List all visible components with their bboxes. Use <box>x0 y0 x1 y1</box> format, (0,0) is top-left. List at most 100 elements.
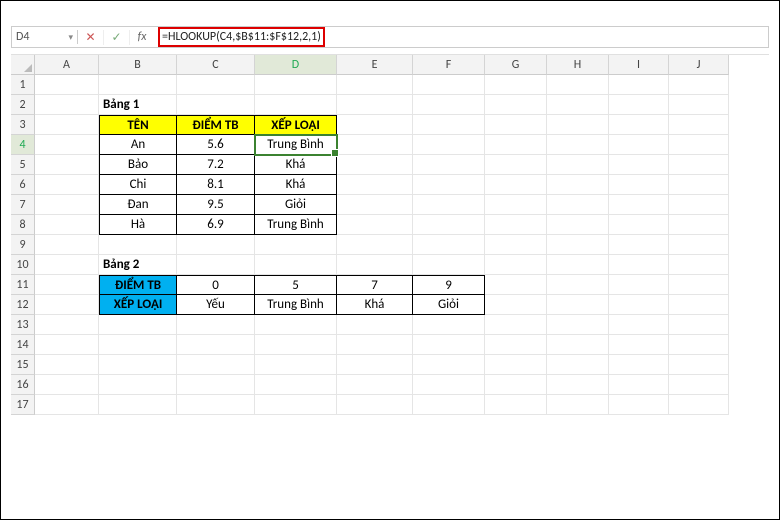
cell-D10[interactable] <box>255 255 337 275</box>
cell-G17[interactable] <box>485 395 547 415</box>
cell-H7[interactable] <box>547 195 609 215</box>
formula-confirm-icon[interactable]: ✓ <box>104 30 130 45</box>
cell-H12[interactable] <box>547 295 609 315</box>
row-header-5[interactable]: 5 <box>11 155 35 175</box>
table1-hdr-xeploai[interactable]: XẾP LOẠI <box>255 115 337 135</box>
row-header-13[interactable]: 13 <box>11 315 35 335</box>
cell-B14[interactable] <box>99 335 177 355</box>
table1-ten-0[interactable]: An <box>99 135 177 155</box>
cell-E15[interactable] <box>337 355 413 375</box>
cell-G15[interactable] <box>485 355 547 375</box>
table2-r1-2[interactable]: 7 <box>337 275 413 295</box>
cell-E9[interactable] <box>337 235 413 255</box>
table2-r2-0[interactable]: Yếu <box>177 295 255 315</box>
table1-ten-1[interactable]: Bảo <box>99 155 177 175</box>
table1-diem-4[interactable]: 6.9 <box>177 215 255 235</box>
cell-I2[interactable] <box>609 95 669 115</box>
col-header-B[interactable]: B <box>99 55 177 75</box>
cell-A1[interactable] <box>35 75 99 95</box>
cell-A3[interactable] <box>35 115 99 135</box>
cell-F1[interactable] <box>413 75 485 95</box>
cell-G7[interactable] <box>485 195 547 215</box>
row-header-7[interactable]: 7 <box>11 195 35 215</box>
cell-J6[interactable] <box>669 175 729 195</box>
table1-xl-0[interactable]: Trung Bình <box>255 135 337 155</box>
cell-A7[interactable] <box>35 195 99 215</box>
cell-G14[interactable] <box>485 335 547 355</box>
cell-I3[interactable] <box>609 115 669 135</box>
cell-J10[interactable] <box>669 255 729 275</box>
row-header-10[interactable]: 10 <box>11 255 35 275</box>
cell-J15[interactable] <box>669 355 729 375</box>
row-header-1[interactable]: 1 <box>11 75 35 95</box>
table2-r2-1[interactable]: Trung Bình <box>255 295 337 315</box>
cell-C1[interactable] <box>177 75 255 95</box>
cell-E5[interactable] <box>337 155 413 175</box>
cell-I7[interactable] <box>609 195 669 215</box>
cell-G9[interactable] <box>485 235 547 255</box>
cell-I17[interactable] <box>609 395 669 415</box>
table1-title[interactable]: Bảng 1 <box>99 95 177 115</box>
cell-G8[interactable] <box>485 215 547 235</box>
table1-ten-3[interactable]: Đan <box>99 195 177 215</box>
table2-r1-1[interactable]: 5 <box>255 275 337 295</box>
cell-H3[interactable] <box>547 115 609 135</box>
cell-F4[interactable] <box>413 135 485 155</box>
cell-B13[interactable] <box>99 315 177 335</box>
cell-C13[interactable] <box>177 315 255 335</box>
cell-H16[interactable] <box>547 375 609 395</box>
col-header-F[interactable]: F <box>413 55 485 75</box>
table1-xl-1[interactable]: Khá <box>255 155 337 175</box>
cell-F10[interactable] <box>413 255 485 275</box>
cell-A14[interactable] <box>35 335 99 355</box>
cell-C14[interactable] <box>177 335 255 355</box>
row-header-15[interactable]: 15 <box>11 355 35 375</box>
cell-H4[interactable] <box>547 135 609 155</box>
table1-xl-2[interactable]: Khá <box>255 175 337 195</box>
cell-H2[interactable] <box>547 95 609 115</box>
cell-F8[interactable] <box>413 215 485 235</box>
cell-D9[interactable] <box>255 235 337 255</box>
fx-icon[interactable]: fx <box>130 30 154 44</box>
cell-I8[interactable] <box>609 215 669 235</box>
cell-J12[interactable] <box>669 295 729 315</box>
col-header-J[interactable]: J <box>669 55 729 75</box>
cell-G1[interactable] <box>485 75 547 95</box>
cell-H1[interactable] <box>547 75 609 95</box>
cell-I14[interactable] <box>609 335 669 355</box>
cell-J1[interactable] <box>669 75 729 95</box>
cell-C17[interactable] <box>177 395 255 415</box>
cell-A13[interactable] <box>35 315 99 335</box>
cell-B9[interactable] <box>99 235 177 255</box>
cell-J16[interactable] <box>669 375 729 395</box>
cell-E10[interactable] <box>337 255 413 275</box>
cell-A4[interactable] <box>35 135 99 155</box>
cell-E1[interactable] <box>337 75 413 95</box>
formula-cancel-icon[interactable]: ✕ <box>78 30 104 45</box>
cell-E17[interactable] <box>337 395 413 415</box>
cell-A11[interactable] <box>35 275 99 295</box>
table1-hdr-ten[interactable]: TÊN <box>99 115 177 135</box>
cell-H14[interactable] <box>547 335 609 355</box>
name-box-dropdown-icon[interactable]: ▾ <box>68 32 73 43</box>
cell-A16[interactable] <box>35 375 99 395</box>
cell-I15[interactable] <box>609 355 669 375</box>
cell-C2[interactable] <box>177 95 255 115</box>
cell-A15[interactable] <box>35 355 99 375</box>
cell-E8[interactable] <box>337 215 413 235</box>
cell-G11[interactable] <box>485 275 547 295</box>
cell-D14[interactable] <box>255 335 337 355</box>
cell-J17[interactable] <box>669 395 729 415</box>
row-header-3[interactable]: 3 <box>11 115 35 135</box>
cell-E2[interactable] <box>337 95 413 115</box>
cell-I16[interactable] <box>609 375 669 395</box>
cell-I10[interactable] <box>609 255 669 275</box>
cell-J4[interactable] <box>669 135 729 155</box>
row-header-17[interactable]: 17 <box>11 395 35 415</box>
row-header-6[interactable]: 6 <box>11 175 35 195</box>
cell-H10[interactable] <box>547 255 609 275</box>
row-header-11[interactable]: 11 <box>11 275 35 295</box>
col-header-A[interactable]: A <box>35 55 99 75</box>
cell-G2[interactable] <box>485 95 547 115</box>
row-header-16[interactable]: 16 <box>11 375 35 395</box>
